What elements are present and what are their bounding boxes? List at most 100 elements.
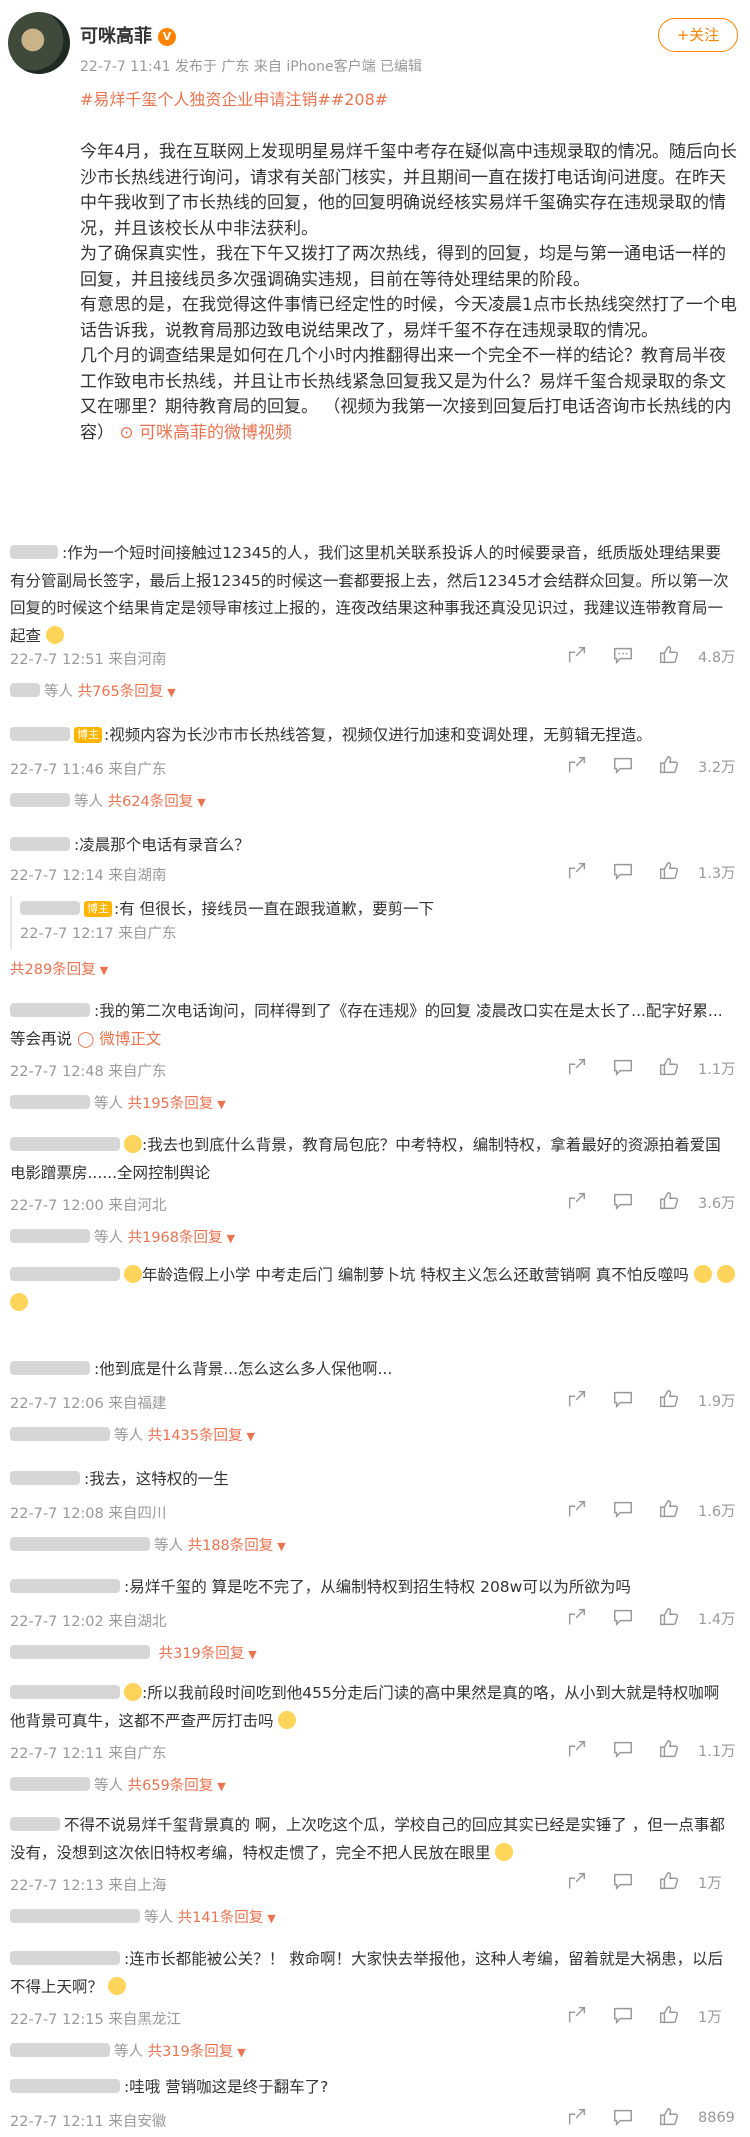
blurred-nickname[interactable] bbox=[10, 837, 70, 851]
comment-icon bbox=[614, 1741, 632, 1759]
chevron-down-icon: ▼ bbox=[217, 1780, 226, 1793]
like-count: 1.4万 bbox=[698, 1611, 736, 1628]
comment-actions: 1.3万 bbox=[558, 860, 738, 884]
comment-button[interactable] bbox=[612, 1870, 650, 1894]
like-button[interactable] bbox=[658, 860, 696, 884]
like-button[interactable] bbox=[658, 1870, 696, 1894]
comment-button[interactable] bbox=[612, 2106, 650, 2130]
share-button[interactable] bbox=[566, 1606, 604, 1630]
reply-summary[interactable]: 等人 共319条回复 ▼ bbox=[10, 2040, 246, 2061]
comment-button[interactable] bbox=[612, 1190, 650, 1214]
reply-summary[interactable]: 等人 共195条回复 ▼ bbox=[10, 1092, 226, 1113]
comment-item: :我去也到底什么背景，教育局包庇？中考特权，编制特权，拿着最好的资源拍着爱国电影… bbox=[0, 1132, 750, 1252]
comment-button[interactable] bbox=[612, 1738, 650, 1762]
comment-button[interactable] bbox=[612, 1388, 650, 1412]
like-button[interactable] bbox=[658, 644, 696, 668]
blurred-nickname[interactable] bbox=[10, 727, 70, 741]
reply-summary[interactable]: 等人 共188条回复 ▼ bbox=[10, 1534, 286, 1555]
comment-button[interactable] bbox=[612, 1056, 650, 1080]
blurred-nickname[interactable] bbox=[10, 1137, 120, 1151]
thumbs-up-icon bbox=[660, 862, 679, 880]
blurred-nickname[interactable] bbox=[10, 1817, 60, 1831]
like-button[interactable] bbox=[658, 1738, 696, 1762]
share-button[interactable] bbox=[566, 2004, 604, 2028]
blurred-nickname[interactable] bbox=[10, 545, 58, 559]
reply-summary[interactable]: 共319条回复 ▼ bbox=[10, 1642, 257, 1663]
comment-text: :所以我前段时间吃到他455分走后门读的高中果然是真的咯，从小到大就是特权咖啊 … bbox=[10, 1683, 720, 1730]
like-button[interactable] bbox=[658, 1388, 696, 1412]
reply-summary[interactable]: 等人 共765条回复 ▼ bbox=[10, 680, 176, 701]
comment-button[interactable] bbox=[612, 1498, 650, 1522]
comment-text: :他到底是什么背景...怎么这么多人保他啊... bbox=[10, 1356, 735, 1384]
video-link[interactable]: ⊙ 可咪高菲的微博视频 bbox=[119, 423, 292, 443]
comment-actions: 1.9万 bbox=[558, 1388, 738, 1412]
reply-summary[interactable]: 等人 共624条回复 ▼ bbox=[10, 790, 206, 811]
like-count: 1.1万 bbox=[698, 1061, 736, 1078]
emoji-icon bbox=[124, 1683, 142, 1701]
share-button[interactable] bbox=[566, 754, 604, 778]
share-button[interactable] bbox=[566, 1738, 604, 1762]
blurred-nickname[interactable] bbox=[10, 2079, 120, 2093]
share-button[interactable] bbox=[566, 2106, 604, 2130]
share-button[interactable] bbox=[566, 1190, 604, 1214]
sub-reply-meta: 22-7-7 12:17 来自广东 bbox=[20, 926, 177, 942]
hashtag-link[interactable]: #易烊千玺个人独资企业申请注销##208# bbox=[80, 86, 388, 110]
comment-item: 不得不说易烊千玺背景真的 啊，上次吃这个瓜，学校自己的回应其实已经是实锤了 ，但… bbox=[0, 1812, 750, 1942]
like-button[interactable] bbox=[658, 754, 696, 778]
share-button[interactable] bbox=[566, 860, 604, 884]
comment-actions: 1.1万 bbox=[558, 1738, 738, 1762]
share-button[interactable] bbox=[566, 1388, 604, 1412]
comment-button[interactable] bbox=[612, 754, 650, 778]
share-button[interactable] bbox=[566, 1498, 604, 1522]
like-button[interactable] bbox=[658, 1190, 696, 1214]
chevron-down-icon: ▼ bbox=[237, 2046, 246, 2059]
share-button[interactable] bbox=[566, 644, 604, 668]
chevron-down-icon: ▼ bbox=[197, 796, 206, 809]
reply-summary[interactable]: 等人 共1435条回复 ▼ bbox=[10, 1424, 255, 1445]
reply-summary[interactable]: 共289条回复 ▼ bbox=[10, 958, 108, 979]
comment-button[interactable] bbox=[612, 860, 650, 884]
comment-icon bbox=[614, 647, 632, 665]
comment-item: 年龄造假上小学 中考走后门 编制萝卜坑 特权主义怎么还敢营销啊 真不怕反噬吗 bbox=[0, 1262, 750, 1322]
share-button[interactable] bbox=[566, 1056, 604, 1080]
comment-button[interactable] bbox=[612, 2004, 650, 2028]
thumbs-up-icon bbox=[660, 1872, 679, 1890]
blurred-nickname bbox=[20, 901, 80, 915]
blurred-nickname[interactable] bbox=[10, 1685, 120, 1699]
like-button[interactable] bbox=[658, 1498, 696, 1522]
comment-icon bbox=[614, 2007, 632, 2025]
blurred-nickname[interactable] bbox=[10, 1951, 120, 1965]
blurred-nickname[interactable] bbox=[10, 1361, 90, 1375]
comment-meta: 22-7-7 12:06 来自福建 bbox=[10, 1396, 167, 1412]
post-paragraph: 有意思的是，在我觉得这件事情已经定性的时候，今天凌晨1点市长热线突然打了一个电话… bbox=[80, 295, 737, 341]
like-button[interactable] bbox=[658, 2004, 696, 2028]
like-button[interactable] bbox=[658, 1606, 696, 1630]
like-button[interactable] bbox=[658, 1056, 696, 1080]
blurred-nickname[interactable] bbox=[10, 1579, 120, 1593]
comment-meta: 22-7-7 12:02 来自湖北 bbox=[10, 1614, 167, 1630]
emoji-icon bbox=[124, 1135, 142, 1153]
blurred-nickname[interactable] bbox=[10, 1267, 120, 1281]
reply-summary[interactable]: 等人 共141条回复 ▼ bbox=[10, 1906, 276, 1927]
comment-item: :连市长都能被公关？！ 救命啊！大家快去举报他，这种人考编，留着就是大祸患，以后… bbox=[0, 1946, 750, 2060]
blurred-nickname[interactable] bbox=[10, 1471, 80, 1485]
thumbs-up-icon bbox=[660, 1192, 679, 1210]
comment-text: :作为一个短时间接触过12345的人，我们这里机关联系投诉人的时候要录音，纸质版… bbox=[10, 544, 729, 645]
comment-button[interactable] bbox=[612, 644, 650, 668]
reply-summary[interactable]: 等人 共1968条回复 ▼ bbox=[10, 1226, 235, 1247]
comment-text: :易烊千玺的 算是吃不完了，从编制特权到招生特权 208w可以为所欲为吗 bbox=[10, 1574, 735, 1602]
chevron-down-icon: ▼ bbox=[277, 1540, 286, 1553]
sub-reply: 博主:有 但很长，接线员一直在跟我道歉，要剪一下 22-7-7 12:17 来自… bbox=[10, 896, 730, 950]
blurred-nickname[interactable] bbox=[10, 1003, 90, 1017]
weibo-text-link[interactable]: ◯ 微博正文 bbox=[77, 1030, 161, 1048]
like-button[interactable] bbox=[658, 2106, 696, 2130]
comment-button[interactable] bbox=[612, 1606, 650, 1630]
avatar[interactable] bbox=[8, 12, 70, 74]
comment-item: :我的第二次电话询问，同样得到了《存在违规》的回复 凌晨改口实在是太长了...配… bbox=[0, 998, 750, 1128]
follow-button[interactable]: +关注 bbox=[658, 18, 738, 52]
share-button[interactable] bbox=[566, 1870, 604, 1894]
thumbs-up-icon bbox=[660, 1058, 679, 1076]
chevron-down-icon: ▼ bbox=[99, 964, 109, 977]
post-username[interactable]: 可咪高菲 V bbox=[80, 22, 176, 48]
reply-summary[interactable]: 等人 共659条回复 ▼ bbox=[10, 1774, 226, 1795]
